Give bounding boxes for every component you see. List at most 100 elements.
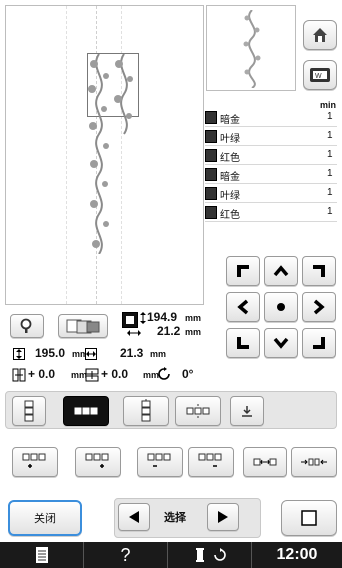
thread-spool-icon	[195, 548, 204, 562]
thumbnail-pattern	[243, 10, 261, 88]
divider	[205, 145, 337, 146]
spacing-increase-button-2[interactable]	[75, 447, 121, 477]
horizontal-center-icon	[186, 404, 210, 418]
square-checkbox-icon	[301, 510, 317, 526]
home-icon	[313, 28, 327, 42]
view-pages-icon	[66, 319, 100, 334]
pattern-width-value: 21.2	[157, 324, 181, 338]
spacing-minus-right-icon	[198, 453, 222, 467]
corner-down-right-icon	[313, 337, 325, 349]
thread-count: 1	[327, 206, 333, 217]
layout-horizontal-button[interactable]	[63, 396, 109, 426]
expand-arrows-icon	[301, 458, 327, 466]
chevron-right-icon	[313, 299, 325, 315]
thread-count: 1	[327, 187, 333, 198]
total-width-unit: mm	[150, 349, 167, 359]
vertical-center-icon	[141, 399, 151, 423]
zoom-button[interactable]	[10, 314, 44, 338]
chevron-up-icon	[273, 265, 289, 277]
status-area	[168, 542, 252, 568]
rotation-icon	[158, 367, 170, 380]
total-height-value: 195.0	[35, 346, 66, 360]
left-guideline	[66, 6, 67, 304]
select-previous-button[interactable]	[118, 503, 150, 531]
total-width-icon	[85, 348, 97, 360]
center-dot-icon	[277, 303, 285, 311]
move-up-left-button[interactable]	[226, 256, 260, 286]
pattern-thumbnail	[206, 5, 296, 91]
thread-name: 暗金	[220, 172, 240, 183]
spacing-expand-button[interactable]	[291, 447, 337, 477]
pattern-height-value: 194.9	[147, 310, 178, 324]
vertical-size-arrow-icon	[140, 312, 146, 324]
layout-vertical-center-button[interactable]	[123, 396, 169, 426]
move-left-button[interactable]	[226, 292, 260, 322]
spacing-contract-button[interactable]	[243, 447, 287, 477]
chevron-down-icon	[273, 337, 289, 349]
thread-count: 1	[327, 111, 333, 122]
thread-name: 红色	[220, 210, 240, 221]
thread-color-swatch	[205, 206, 217, 219]
thread-count: 1	[327, 130, 333, 141]
move-up-right-button[interactable]	[302, 256, 336, 286]
layout-vertical-button[interactable]	[12, 396, 46, 426]
preview-view-button[interactable]	[58, 314, 108, 338]
thread-name: 暗金	[220, 115, 240, 126]
offset-x-icon	[12, 368, 26, 382]
vertical-layout-icon	[24, 400, 34, 422]
move-down-left-button[interactable]	[226, 328, 260, 358]
thread-name: 红色	[220, 153, 240, 164]
move-down-right-button[interactable]	[302, 328, 336, 358]
document-icon	[35, 547, 48, 563]
layout-download-button[interactable]	[230, 396, 264, 426]
layout-horizontal-center-button[interactable]	[175, 396, 221, 426]
total-width-value: 21.3	[120, 346, 144, 360]
spacing-increase-button-1[interactable]	[12, 447, 58, 477]
size-icon	[122, 312, 138, 328]
total-height-icon	[13, 348, 25, 360]
download-arrow-icon	[242, 406, 252, 417]
horizontal-size-arrow-icon	[127, 330, 141, 336]
pattern-height-unit: mm	[185, 313, 202, 323]
corner-down-left-icon	[237, 337, 249, 349]
divider	[205, 202, 337, 203]
select-label: 选择	[164, 512, 186, 524]
corner-up-right-icon	[313, 265, 325, 277]
move-up-button[interactable]	[264, 256, 298, 286]
thread-count: 1	[327, 168, 333, 179]
spacing-decrease-button-1[interactable]	[137, 447, 183, 477]
embroidery-preview-area	[5, 5, 204, 305]
divider	[205, 221, 337, 222]
close-button[interactable]: 关闭	[8, 500, 82, 536]
offset-y-value: + 0.0	[101, 367, 129, 381]
taskbar: ? 12:00	[0, 542, 342, 568]
checkbox-button[interactable]	[281, 500, 337, 536]
move-down-button[interactable]	[264, 328, 298, 358]
help-label: ?	[120, 544, 131, 565]
spacing-minus-icon	[147, 453, 171, 467]
thread-color-swatch	[205, 111, 217, 124]
help-button[interactable]: ?	[84, 542, 168, 568]
embroidery-pattern-preview	[88, 54, 133, 254]
magnifier-icon	[20, 318, 32, 333]
select-next-button[interactable]	[207, 503, 239, 531]
embroidery-machine-button[interactable]: W	[303, 60, 337, 90]
thread-color-swatch	[205, 187, 217, 200]
contract-arrows-icon	[253, 458, 277, 466]
triangle-right-icon	[218, 511, 228, 523]
move-right-button[interactable]	[302, 292, 336, 322]
corner-up-left-icon	[237, 265, 249, 277]
thread-name: 叶绿	[220, 191, 240, 202]
divider	[205, 126, 337, 127]
thread-name: 叶绿	[220, 134, 240, 145]
clock: 12:00	[252, 542, 342, 568]
home-button[interactable]	[303, 20, 337, 50]
spacing-decrease-button-2[interactable]	[188, 447, 234, 477]
move-center-button[interactable]	[264, 292, 298, 322]
horizontal-layout-icon	[74, 407, 98, 415]
offset-x-value: + 0.0	[28, 367, 56, 381]
menu-button[interactable]	[0, 542, 84, 568]
layout-toolbar	[5, 391, 337, 429]
divider	[205, 164, 337, 165]
thread-count: 1	[327, 149, 333, 160]
